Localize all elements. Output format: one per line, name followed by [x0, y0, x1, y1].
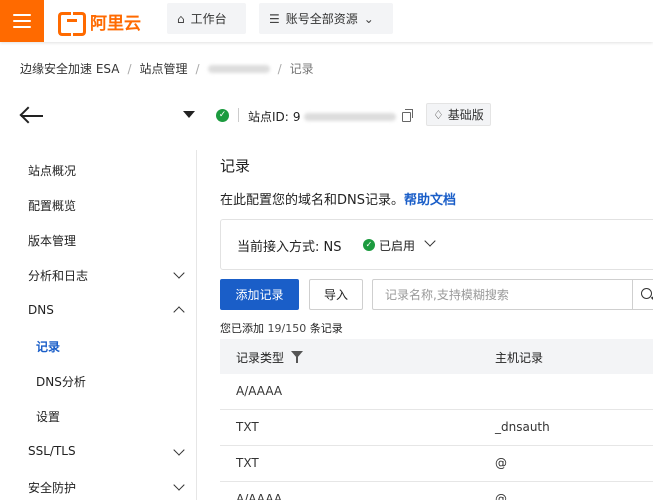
record-count: 您已添加 19/150 条记录: [220, 320, 343, 336]
table-header: 记录类型 主机记录: [220, 339, 653, 374]
chevron-down-icon[interactable]: [173, 267, 185, 279]
list-icon: ☰: [269, 11, 280, 26]
cell-record-type: TXT: [236, 456, 259, 470]
column-header-type: 记录类型: [236, 351, 285, 365]
home-icon: ⌂: [177, 11, 185, 26]
filter-icon[interactable]: [291, 351, 303, 363]
sidebar-item-overview[interactable]: 站点概况: [28, 162, 76, 179]
breadcrumb-separator: /: [127, 61, 132, 76]
menu-icon[interactable]: [0, 0, 44, 42]
search-input[interactable]: 记录名称,支持模糊搜索: [372, 279, 637, 310]
intro-text: 在此配置您的域名和DNS记录。: [220, 193, 404, 208]
site-status-check-icon: ✓: [216, 109, 229, 122]
breadcrumb-product[interactable]: 边缘安全加速 ESA: [20, 60, 119, 77]
breadcrumb: 边缘安全加速 ESA / 站点管理 / / 记录: [20, 60, 314, 77]
brand-name: 阿里云: [90, 13, 141, 34]
sidebar-item-records[interactable]: 记录: [36, 338, 60, 355]
back-arrow-icon[interactable]: [18, 104, 46, 128]
sidebar: 站点概况 配置概览 版本管理 分析和日志 DNS 记录 DNS分析 设置 SSL…: [0, 150, 197, 500]
add-record-button[interactable]: 添加记录: [220, 279, 299, 310]
sidebar-item-security[interactable]: 安全防护: [28, 479, 76, 496]
table-row[interactable]: TXT @: [220, 446, 653, 482]
table-row[interactable]: A/AAAA @: [220, 482, 653, 500]
count-prefix: 您已添加: [220, 322, 264, 335]
cell-record-type: A/AAAA: [236, 384, 283, 398]
column-header-host: 主机记录: [495, 351, 544, 365]
sidebar-item-analytics[interactable]: 分析和日志: [28, 267, 88, 284]
site-selector-caret-icon[interactable]: [183, 111, 195, 118]
breadcrumb-current: 记录: [289, 62, 314, 76]
resources-label: 账号全部资源: [285, 12, 358, 26]
cell-host: @: [495, 492, 507, 500]
access-status: 已启用: [379, 239, 416, 253]
aliyun-logo-mark: [58, 12, 86, 36]
breadcrumb-separator: /: [277, 61, 282, 76]
chevron-up-icon[interactable]: [173, 306, 185, 318]
sidebar-item-dns[interactable]: DNS: [28, 303, 54, 317]
divider: [238, 108, 239, 122]
count-value: 19/150: [267, 322, 307, 335]
breadcrumb-sites[interactable]: 站点管理: [140, 60, 188, 77]
cell-record-type: A/AAAA: [236, 492, 283, 500]
resources-dropdown[interactable]: ☰ 账号全部资源 ⌄: [259, 3, 393, 34]
workbench-label: 工作台: [190, 12, 227, 26]
sidebar-item-dns-analytics[interactable]: DNS分析: [36, 373, 86, 390]
top-bar: 阿里云 ⌂ 工作台 ☰ 账号全部资源 ⌄: [0, 0, 653, 42]
site-id-prefix: 9: [292, 109, 301, 124]
diamond-icon: ♢: [433, 107, 444, 122]
chevron-down-icon[interactable]: [173, 444, 185, 456]
count-suffix: 条记录: [309, 322, 343, 335]
chevron-down-icon[interactable]: [173, 479, 185, 491]
chevron-down-icon[interactable]: [424, 235, 436, 247]
cell-host: _dnsauth: [495, 420, 550, 434]
access-mode-label: 当前接入方式: NS: [237, 240, 342, 255]
page-title: 记录: [220, 157, 251, 175]
site-id: 站点ID: 9: [248, 108, 414, 125]
search-icon[interactable]: [632, 279, 653, 310]
plan-badge[interactable]: ♢ 基础版: [426, 103, 491, 126]
help-doc-link[interactable]: 帮助文档: [404, 193, 456, 208]
aliyun-logo[interactable]: 阿里云: [58, 9, 141, 36]
copy-icon[interactable]: [402, 108, 414, 122]
breadcrumb-separator: /: [195, 61, 200, 76]
plan-label: 基础版: [447, 108, 484, 122]
table-row[interactable]: TXT _dnsauth: [220, 410, 653, 446]
workbench-button[interactable]: ⌂ 工作台: [167, 3, 246, 34]
sidebar-item-versions[interactable]: 版本管理: [28, 232, 76, 249]
page-intro: 在此配置您的域名和DNS记录。帮助文档: [220, 189, 456, 208]
cell-record-type: TXT: [236, 420, 259, 434]
site-id-label: 站点ID:: [248, 110, 289, 124]
cell-host: @: [495, 456, 507, 470]
sidebar-item-config-overview[interactable]: 配置概览: [28, 197, 76, 214]
breadcrumb-site-name-redacted[interactable]: [207, 64, 270, 73]
enabled-check-icon: ✓: [363, 239, 375, 251]
table-row[interactable]: A/AAAA: [220, 374, 653, 410]
sidebar-item-ssl-tls[interactable]: SSL/TLS: [28, 444, 76, 458]
import-button[interactable]: 导入: [309, 279, 363, 310]
access-mode-card: 当前接入方式: NS ✓ 已启用: [220, 219, 653, 270]
site-id-value-redacted: [304, 112, 397, 121]
sidebar-item-settings[interactable]: 设置: [36, 408, 60, 425]
chevron-down-icon: ⌄: [363, 11, 374, 26]
